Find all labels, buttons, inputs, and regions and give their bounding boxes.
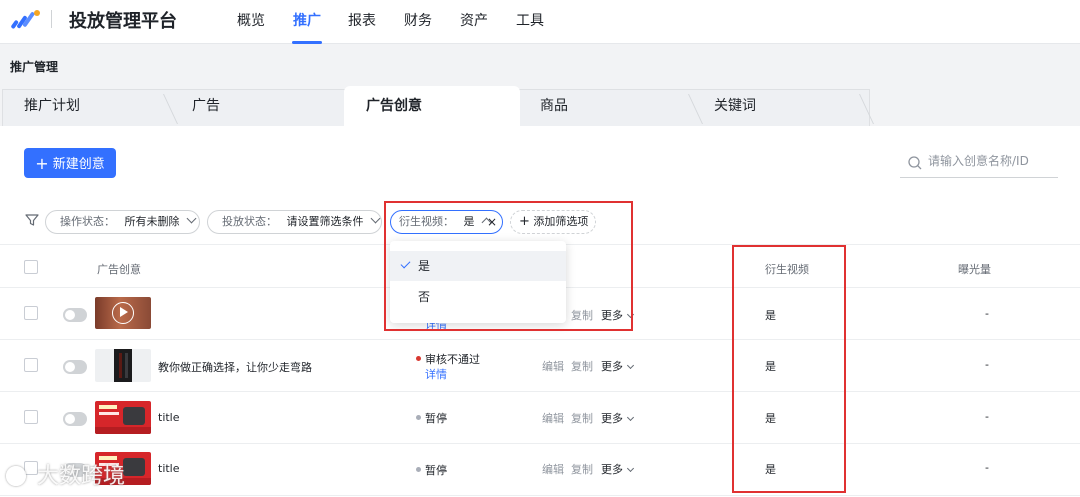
app-title: 投放管理平台 — [69, 11, 177, 32]
copy-action[interactable]: 复制 — [571, 358, 593, 374]
creative-thumbnail[interactable] — [95, 401, 151, 434]
nav-overview[interactable]: 概览 — [237, 10, 265, 30]
nav-promotion[interactable]: 推广 — [293, 10, 321, 30]
nav-tools[interactable]: 工具 — [516, 10, 544, 30]
status-dot — [416, 467, 421, 472]
chevron-down-icon — [626, 361, 635, 370]
more-action-label: 更多 — [601, 360, 623, 373]
more-action-label: 更多 — [601, 412, 623, 425]
status-badge: 审核不通过 — [416, 351, 480, 367]
platform-logo-icon — [11, 10, 40, 29]
status-text: 暂停 — [425, 412, 447, 425]
new-creative-button[interactable]: + 新建创意 — [24, 148, 116, 178]
search-input[interactable] — [928, 154, 1056, 168]
status-text: 审核不通过 — [425, 353, 480, 366]
annotation-box-filter — [384, 201, 633, 331]
filter-operation-status[interactable]: 操作状态： 所有未删除 — [45, 210, 200, 234]
row-toggle[interactable] — [63, 308, 87, 322]
nav-active-indicator — [292, 41, 322, 44]
new-creative-label: 新建创意 — [52, 157, 105, 172]
top-navbar: 投放管理平台 概览 推广 报表 财务 资产 工具 — [0, 0, 1080, 44]
column-creative: 广告创意 — [97, 263, 141, 276]
more-action[interactable]: 更多 — [601, 358, 635, 374]
status-badge: 暂停 — [416, 462, 447, 478]
table-row: title 暂停 编辑 复制 更多 是 - — [0, 444, 1080, 496]
filter-value: 所有未删除 — [124, 215, 180, 228]
column-exposure: 曝光量 — [958, 263, 991, 276]
row-checkbox[interactable] — [24, 306, 38, 320]
exposure-value: - — [985, 461, 989, 474]
tab-strip: 推广计划 广告 广告创意 商品 关键词 — [0, 86, 1080, 126]
creative-title: title — [158, 462, 180, 475]
nav-finance[interactable]: 财务 — [404, 10, 432, 30]
copy-action[interactable]: 复制 — [571, 410, 593, 426]
chevron-down-icon — [186, 213, 197, 224]
creative-thumbnail[interactable] — [95, 297, 151, 329]
table-row: 教你做正确选择，让你少走弯路 审核不通过 详情 编辑 复制 更多 是 - — [0, 340, 1080, 392]
select-all-checkbox[interactable] — [24, 260, 38, 274]
annotation-box-column — [732, 245, 846, 493]
exposure-value: - — [985, 307, 989, 320]
watermark: 大数跨境 — [6, 458, 125, 490]
table-row: title 暂停 编辑 复制 更多 是 - — [0, 392, 1080, 444]
tab-products[interactable]: 商品 — [540, 86, 568, 126]
tab-creatives[interactable]: 广告创意 — [366, 86, 422, 126]
search-icon — [908, 156, 922, 170]
watermark-logo-icon — [6, 466, 26, 486]
edit-action[interactable]: 编辑 — [542, 461, 564, 477]
exposure-value: - — [985, 410, 989, 423]
tab-campaigns[interactable]: 推广计划 — [24, 86, 80, 126]
tab-ads[interactable]: 广告 — [192, 86, 220, 126]
edit-action[interactable]: 编辑 — [542, 358, 564, 374]
more-action[interactable]: 更多 — [601, 461, 635, 477]
status-dot — [416, 415, 421, 420]
status-text: 暂停 — [425, 464, 447, 477]
filter-value: 请设置筛选条件 — [286, 215, 364, 228]
row-toggle[interactable] — [63, 412, 87, 426]
filter-label: 操作状态： — [60, 215, 115, 228]
creative-title: 教你做正确选择，让你少走弯路 — [158, 361, 312, 374]
status-badge: 暂停 — [416, 410, 447, 426]
chevron-down-icon — [626, 413, 635, 422]
search-box[interactable] — [900, 150, 1058, 178]
nav-assets[interactable]: 资产 — [460, 10, 488, 30]
filter-label: 投放状态： — [222, 215, 277, 228]
more-action-label: 更多 — [601, 463, 623, 476]
filter-delivery-status[interactable]: 投放状态： 请设置筛选条件 — [207, 210, 382, 234]
creative-thumbnail[interactable] — [95, 349, 151, 382]
row-toggle[interactable] — [63, 360, 87, 374]
chevron-down-icon — [626, 464, 635, 473]
row-checkbox[interactable] — [24, 410, 38, 424]
more-action[interactable]: 更多 — [601, 410, 635, 426]
nav-reports[interactable]: 报表 — [348, 10, 376, 30]
play-icon — [112, 302, 134, 324]
edit-action[interactable]: 编辑 — [542, 410, 564, 426]
brand-divider — [51, 10, 52, 28]
plus-icon: + — [35, 154, 49, 173]
detail-link[interactable]: 详情 — [425, 366, 447, 382]
creative-title: title — [158, 411, 180, 424]
status-dot — [416, 356, 421, 361]
filter-icon[interactable] — [24, 212, 40, 228]
exposure-value: - — [985, 358, 989, 371]
breadcrumb: 推广管理 — [10, 60, 59, 74]
chevron-down-icon — [370, 213, 381, 224]
tab-keywords[interactable]: 关键词 — [714, 86, 756, 126]
watermark-text: 大数跨境 — [37, 464, 126, 489]
row-checkbox[interactable] — [24, 358, 38, 372]
copy-action[interactable]: 复制 — [571, 461, 593, 477]
